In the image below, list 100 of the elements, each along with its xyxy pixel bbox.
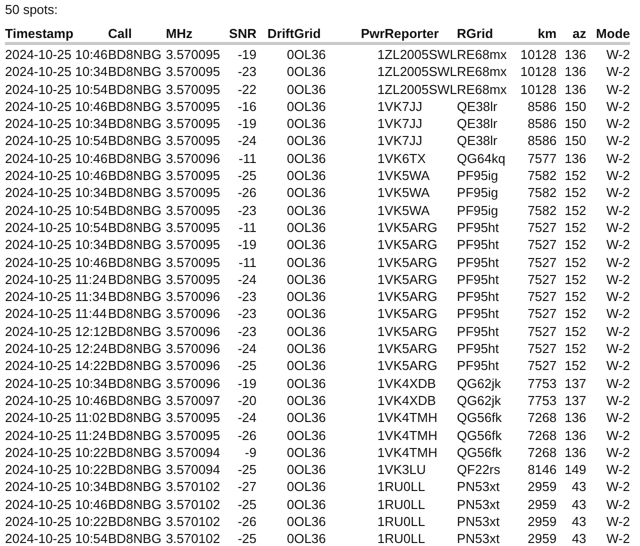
table-cell: RU0LL [384,514,426,530]
table-cell: 1 [377,496,385,512]
table-cell: QE38lr [456,116,498,132]
table-cell: 0 [286,324,294,339]
table-cell: OL36 [294,341,326,356]
table-cell: 0 [286,341,294,356]
table-cell: W-2 [606,444,630,460]
table-cell: 43 [572,479,586,494]
table-cell: 2959 [528,531,557,546]
table-cell: 3.570096 [166,306,220,322]
table-cell: 7268 [528,410,557,426]
table-cell: BD8NBG [108,289,162,304]
table-cell: OL36 [294,237,326,252]
table-cell: 152 [564,185,586,200]
table-cell: -19 [238,237,256,252]
table-cell: OL36 [294,376,326,391]
column-header: km [538,26,557,41]
table-cell: 3.570102 [166,531,220,546]
table-cell: QE38lr [456,98,498,114]
table-cell: 1 [377,462,385,478]
table-cell: 1 [377,376,385,391]
table-cell: 136 [564,444,586,460]
table-cell: 0 [286,376,294,391]
table-cell: RU0LL [384,479,426,494]
table-cell: 3.570096 [166,376,220,391]
table-cell: BD8NBG [108,220,162,235]
table-cell: RE68mx [456,47,507,62]
table-cell: 0 [286,358,294,374]
table-cell: 7527 [528,254,557,270]
table-cell: -20 [238,392,256,408]
table-cell: 2024-10-25 10:22 [5,462,108,478]
table-cell: VK5ARG [384,272,438,287]
column-header: RGrid [456,26,494,41]
table-cell: PF95ht [456,237,499,252]
table-cell: 8586 [528,98,557,114]
table-cell: 3.570095 [166,254,220,270]
table-cell: PF95ig [456,202,498,218]
table-cell: 2024-10-25 11:24 [5,428,107,443]
table-cell: 1 [377,324,385,339]
table-cell: 7527 [528,237,557,252]
table-cell: 0 [286,82,294,97]
table-cell: OL36 [294,479,326,494]
table-cell: -24 [238,133,256,148]
table-cell: 1 [377,479,385,494]
table-cell: 7753 [528,392,557,408]
table-cell: PF95ig [456,168,498,184]
table-cell: -11 [238,254,256,270]
table-cell: 1 [377,254,385,270]
table-cell: 3.570102 [166,479,220,494]
table-cell: 3.570097 [166,392,220,408]
table-cell: VK5WA [384,168,430,184]
table-cell: W-2 [606,341,630,356]
table-cell: 3.570095 [166,47,220,62]
table-cell: -24 [238,410,256,426]
table-cell: 10128 [520,47,557,62]
table-cell: OL36 [294,462,326,478]
table-cell: 7582 [528,168,557,184]
table-cell: 8586 [528,133,557,148]
table-cell: QG64kq [456,150,506,166]
table-cell: ZL2005SWL [384,64,457,80]
table-cell: 0 [286,254,294,270]
column-header: az [572,26,586,41]
table-cell: VK7JJ [384,133,422,148]
table-cell: VK5WA [384,185,430,200]
table-cell: -26 [238,428,256,443]
table-cell: 3.570095 [166,64,220,80]
table-cell: PN53xt [456,514,500,530]
column-header: Drift [267,26,294,41]
table-cell: PF95ht [456,254,499,270]
table-cell: 2024-10-25 10:46 [5,254,108,270]
table-cell: 2959 [528,514,557,530]
table-cell: VK5ARG [384,237,438,252]
table-cell: 8146 [528,462,557,478]
table-cell: RE68mx [456,64,507,80]
table-cell: 2024-10-25 10:34 [5,479,108,494]
table-cell: 8586 [528,116,557,132]
table-cell: -19 [238,116,256,132]
table-cell: 0 [286,496,294,512]
table-cell: 1 [377,341,385,356]
table-cell: 1 [377,133,385,148]
table-cell: 0 [286,479,294,494]
table-cell: 2024-10-25 10:54 [5,133,108,148]
table-cell: OL36 [294,514,326,530]
table-cell: 152 [564,358,586,374]
table-cell: BD8NBG [108,479,162,494]
table-cell: BD8NBG [108,444,162,460]
table-cell: VK5ARG [384,358,438,374]
table-cell: 0 [286,392,294,408]
table-cell: BD8NBG [108,47,162,62]
table-cell: W-2 [606,410,630,426]
column-header: MHz [166,26,193,41]
table-cell: W-2 [606,514,630,530]
table-cell: 1 [377,220,385,235]
table-cell: OL36 [294,133,326,148]
table-cell: 152 [564,341,586,356]
table-cell: 3.570095 [166,116,220,132]
table-cell: -23 [238,324,256,339]
table-cell: 2024-10-25 10:54 [5,531,108,546]
table-cell: W-2 [606,531,630,546]
table-cell: 152 [564,202,586,218]
